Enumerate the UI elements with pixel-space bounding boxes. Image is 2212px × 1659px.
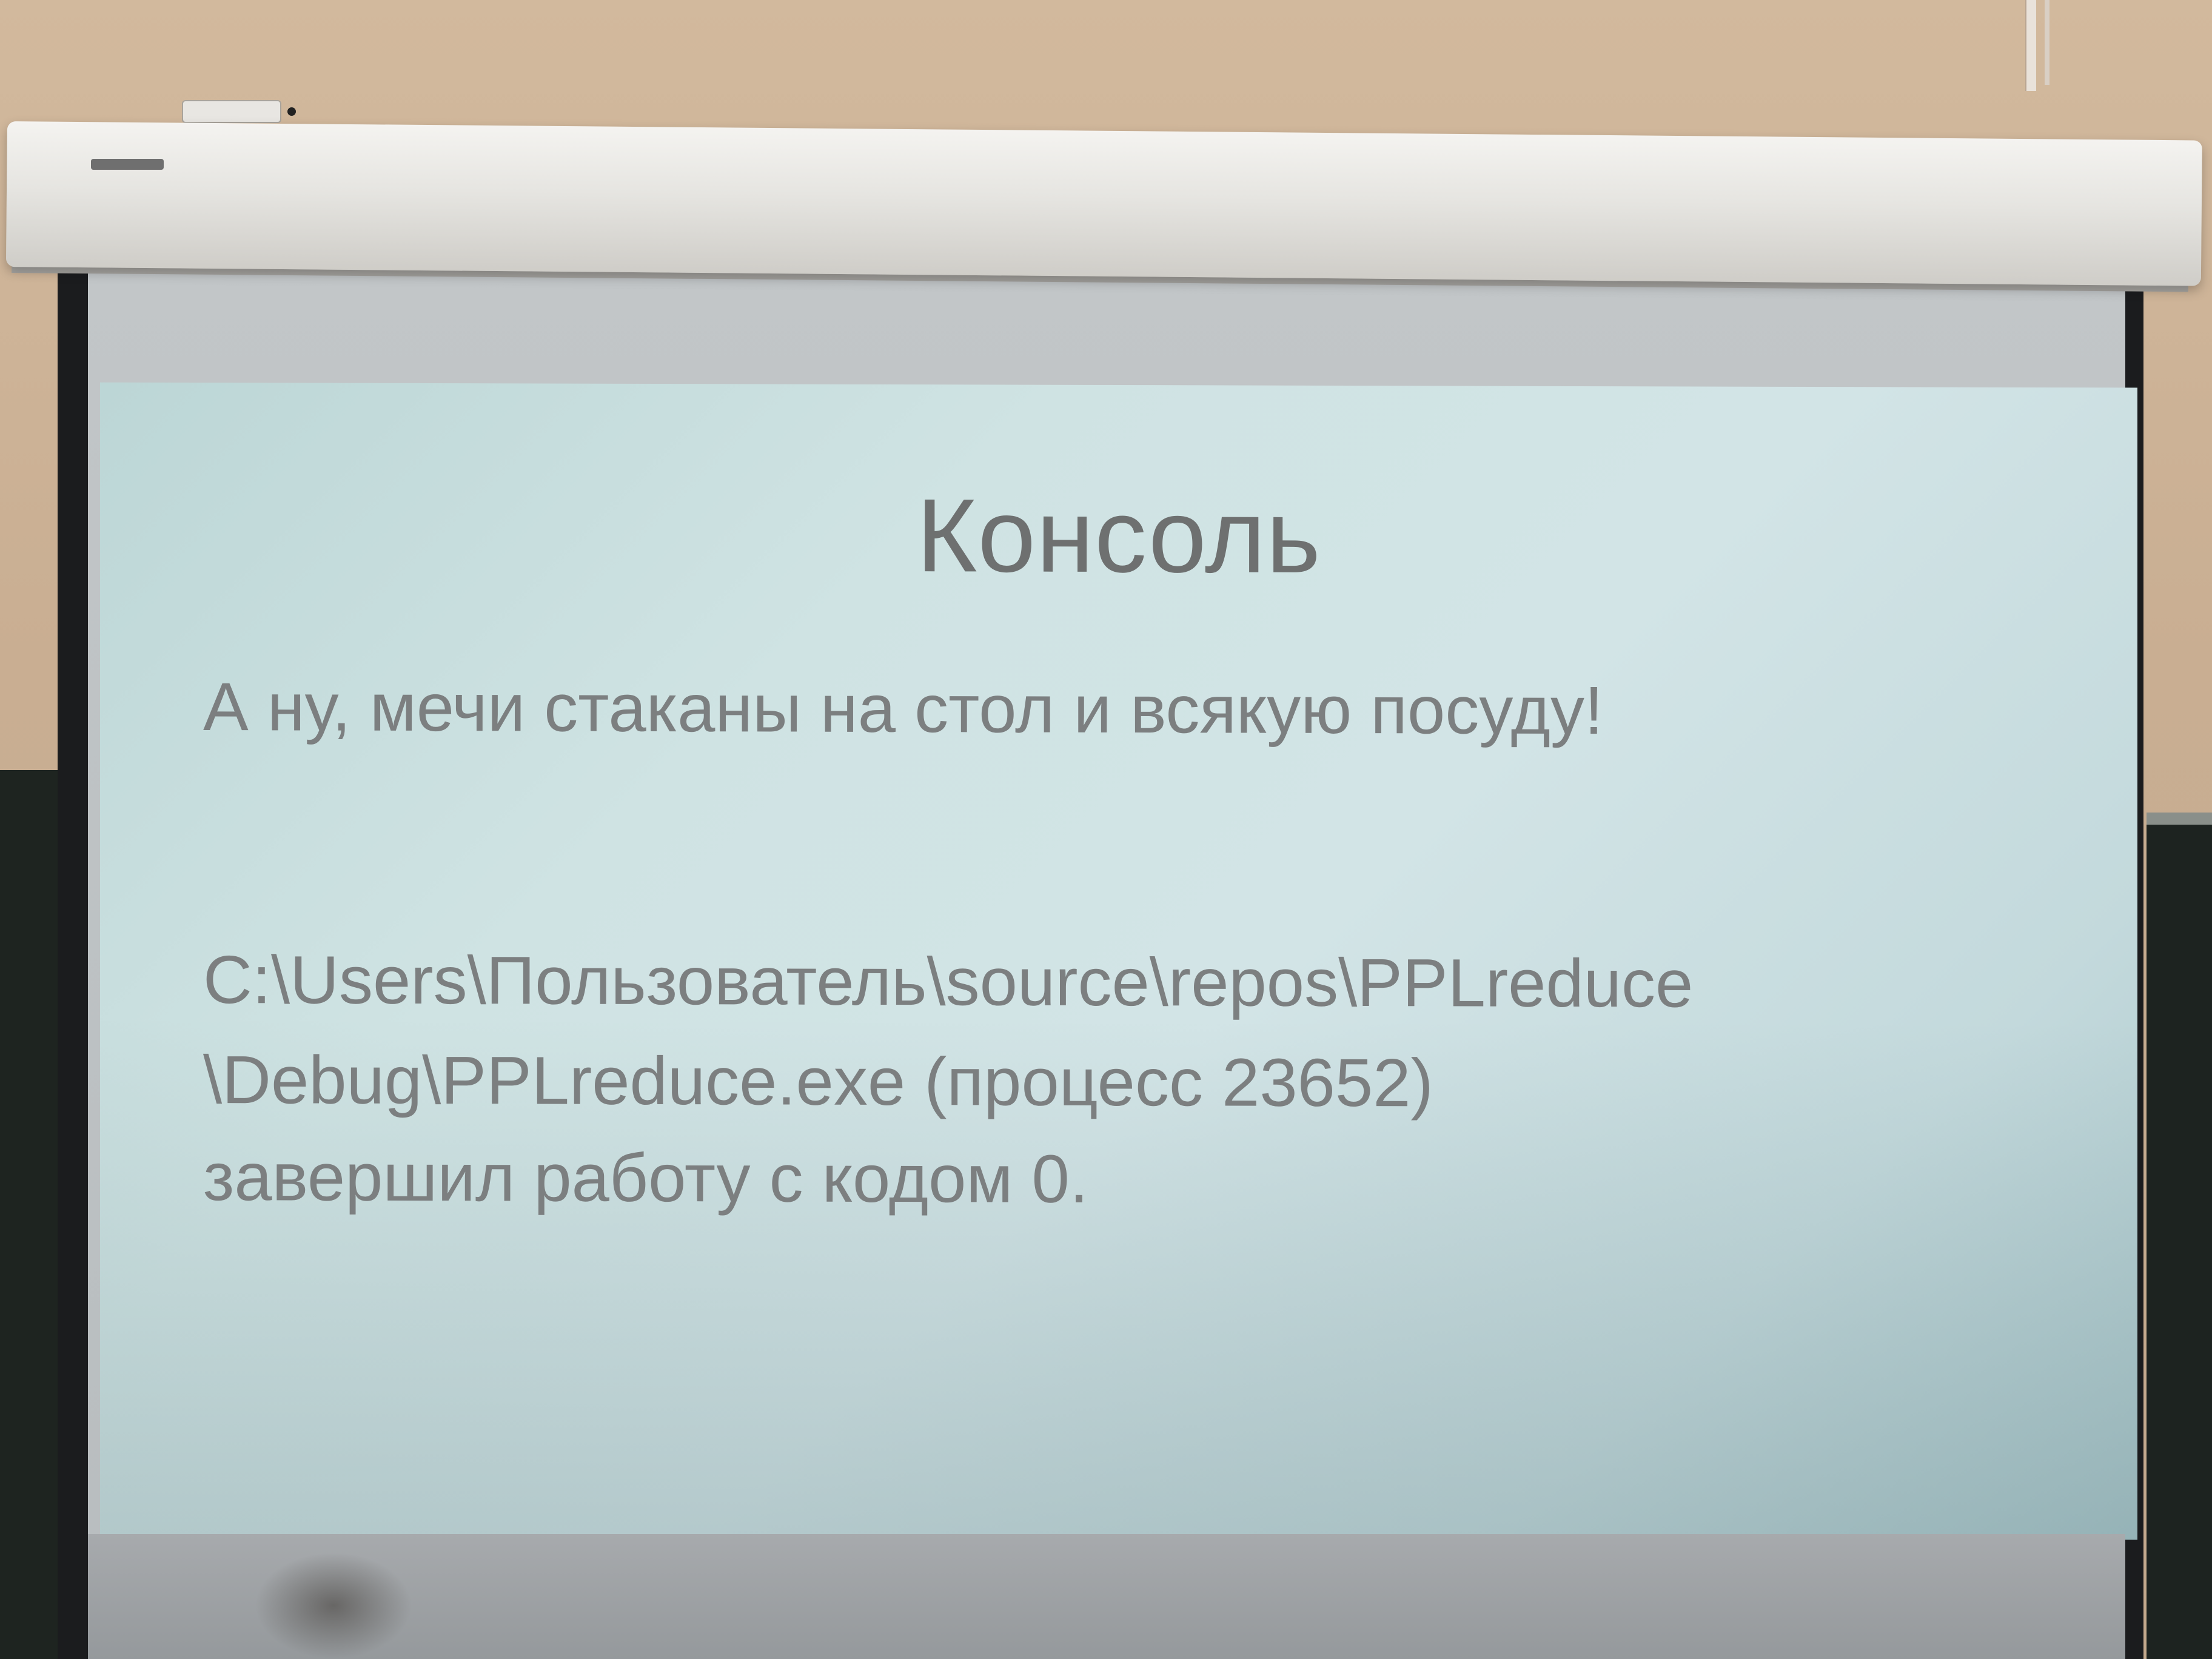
housing-brand-label <box>91 159 164 170</box>
slide-text-line: А ну, мечи стаканы на стол и всякую посу… <box>203 669 1604 749</box>
slide-title: Консоль <box>916 477 1321 595</box>
screen-housing <box>5 121 2202 286</box>
shadow <box>255 1552 412 1659</box>
slide-text-line: C:\Users\Пользователь\source\repos\PPLre… <box>203 942 1694 1022</box>
mount-clip-left <box>182 100 296 123</box>
mount-screw <box>287 107 296 116</box>
projected-slide: Консоль А ну, мечи стаканы на стол и вся… <box>100 382 2137 1540</box>
slide-text-line: \Debug\PPLreduce.exe (процесс 23652) <box>203 1042 1433 1121</box>
wall-pipe-shadow <box>2045 0 2049 85</box>
wall-pipe <box>2025 0 2036 91</box>
chalkboard-right <box>2147 825 2212 1659</box>
slide-text-line: завершил работу с кодом 0. <box>203 1139 1088 1217</box>
